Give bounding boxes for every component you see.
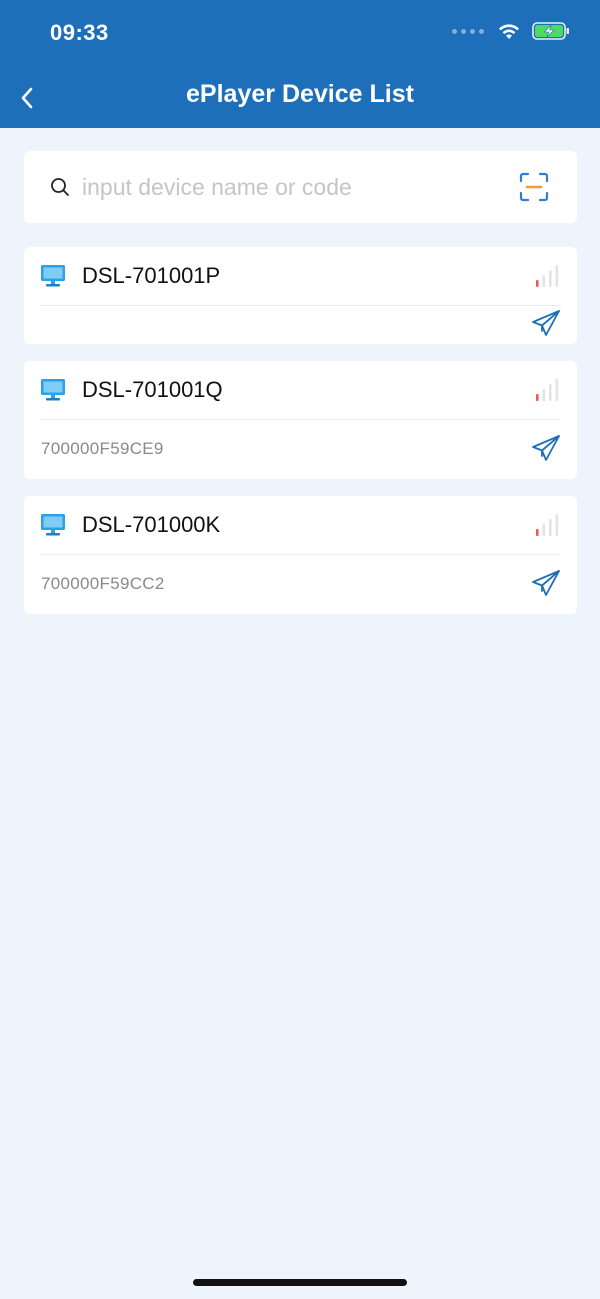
search-input[interactable] [82, 167, 502, 207]
monitor-icon [41, 265, 65, 287]
divider [40, 305, 561, 306]
nav-bar: ePlayer Device List [0, 60, 600, 128]
paper-plane-icon [532, 570, 560, 596]
device-card-header: DSL-701000K [24, 496, 577, 554]
device-card[interactable]: DSL-701001Q 700000F59CE9 [24, 361, 577, 479]
device-name: DSL-701001P [82, 263, 221, 288]
search-icon [51, 178, 69, 196]
status-time: 09:33 [50, 20, 109, 45]
device-code: 700000F59CC2 [41, 574, 165, 593]
send-button[interactable] [531, 434, 561, 467]
cellular-signal-icon [452, 28, 484, 34]
battery-charging-icon [532, 22, 569, 40]
search-bar [24, 151, 577, 223]
device-card[interactable]: DSL-701001P [24, 247, 577, 344]
divider [40, 419, 561, 420]
signal-strength-icon [536, 379, 559, 401]
device-name: DSL-701001Q [82, 377, 223, 402]
send-button[interactable] [531, 309, 561, 342]
monitor-icon [41, 379, 65, 401]
wifi-icon [499, 23, 519, 39]
device-card-header: DSL-701001P [24, 247, 577, 305]
signal-strength-icon [536, 514, 559, 536]
signal-strength-icon [536, 265, 559, 287]
divider [40, 554, 561, 555]
home-indicator[interactable] [193, 1279, 407, 1286]
status-bar: 09:33 [0, 0, 600, 60]
paper-plane-icon [532, 435, 560, 461]
scan-icon [519, 172, 549, 202]
monitor-icon [41, 514, 65, 536]
send-button[interactable] [531, 569, 561, 602]
device-card[interactable]: DSL-701000K 700000F59CC2 [24, 496, 577, 614]
app-header: 09:33 ePlayer Device List [0, 0, 600, 128]
device-code: 700000F59CE9 [41, 439, 164, 458]
device-card-header: DSL-701001Q [24, 361, 577, 419]
device-name: DSL-701000K [82, 512, 221, 537]
scan-button[interactable] [519, 172, 549, 202]
paper-plane-icon [532, 310, 560, 336]
page-title: ePlayer Device List [186, 80, 414, 108]
status-indicators [452, 22, 570, 40]
